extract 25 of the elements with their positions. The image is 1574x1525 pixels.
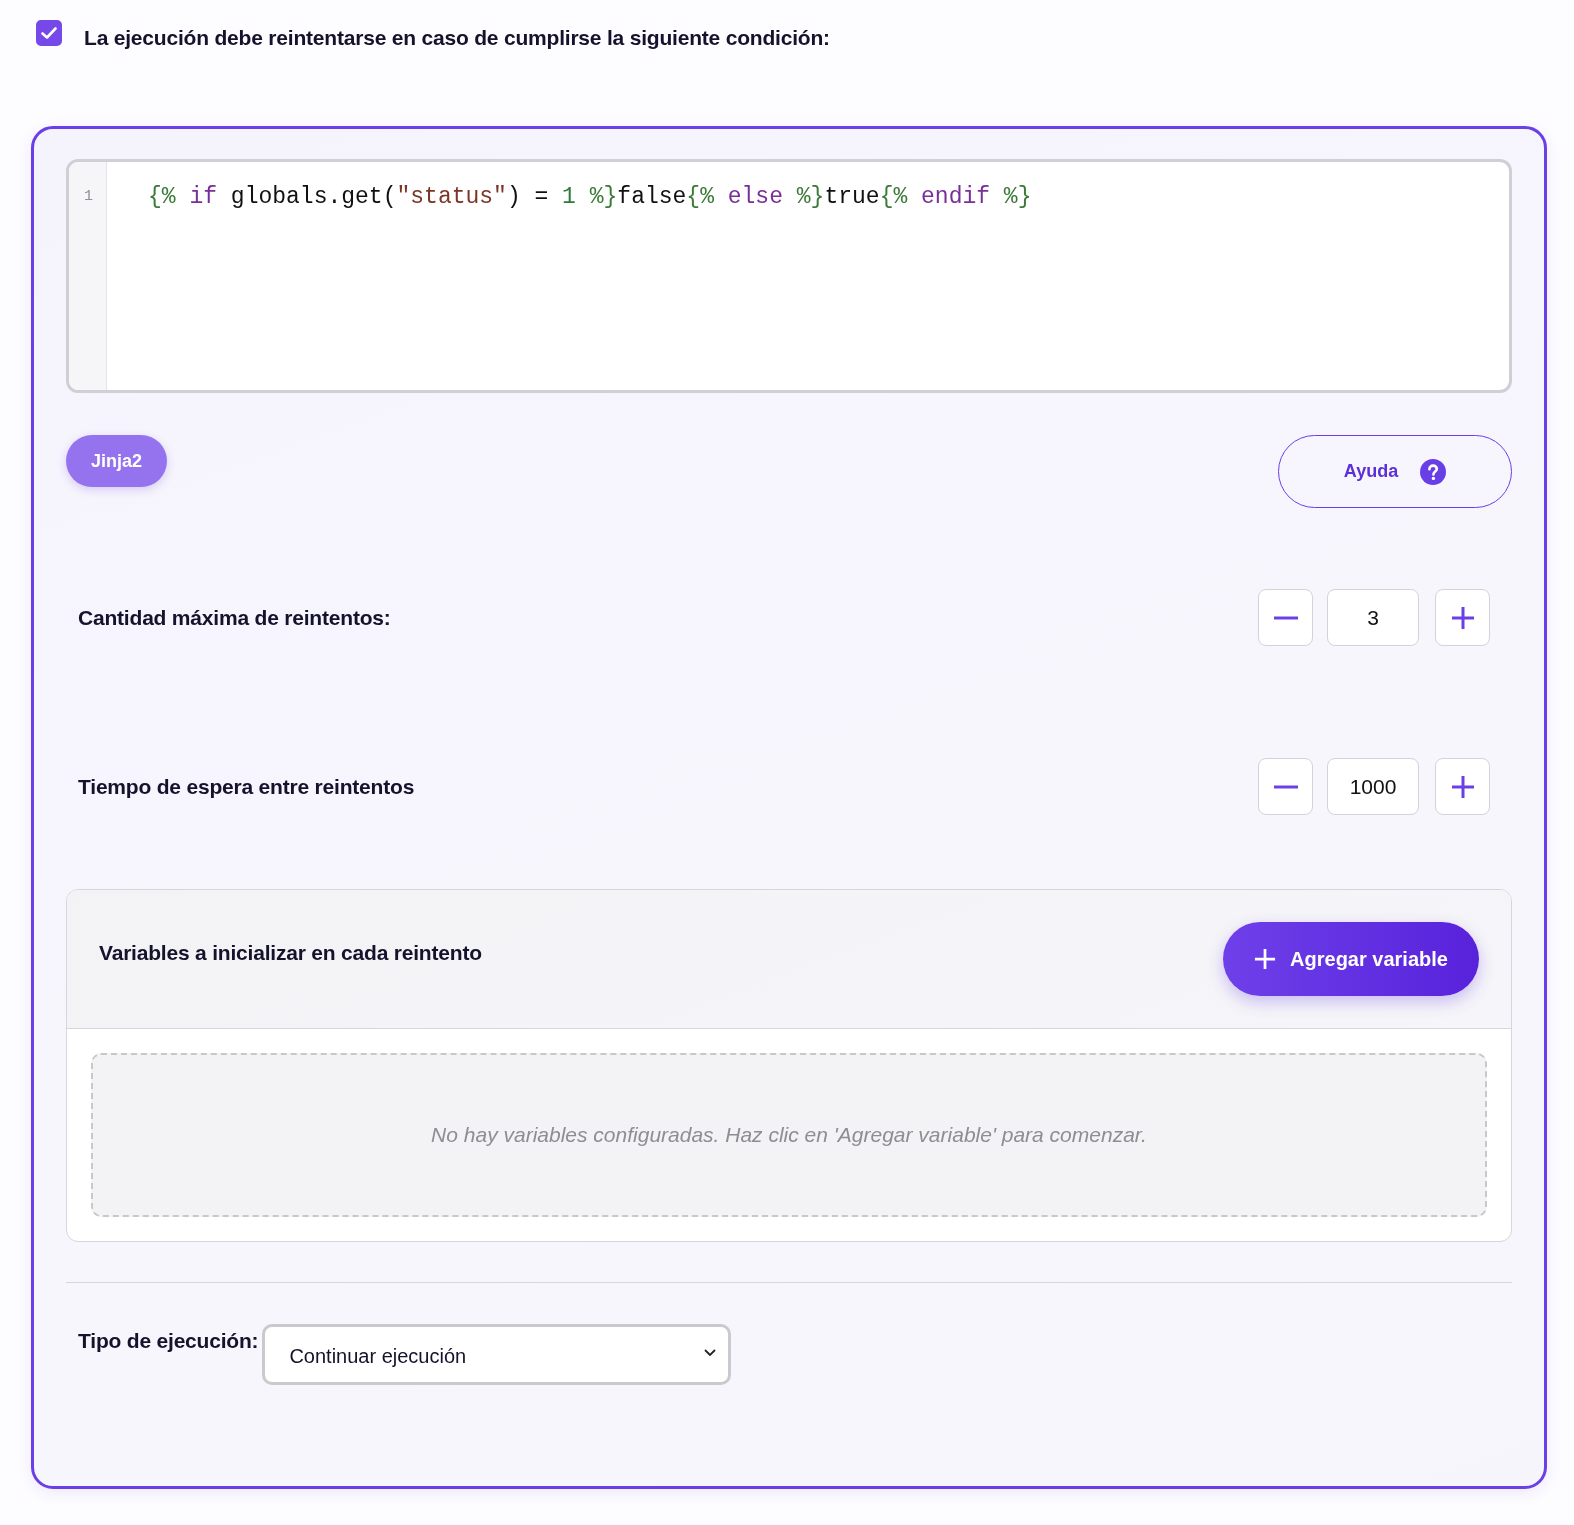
code-line: {% if globals.get("status") = 1 %}false{% else %}true{% endif %} [148, 183, 1032, 212]
line-number: 1 [83, 187, 94, 207]
code-editor[interactable]: 1 {% if globals.get("status") = 1 %}false{% else %}true{% endif %} [66, 159, 1512, 393]
increment-button[interactable] [1435, 758, 1490, 815]
minus-icon [1273, 784, 1298, 789]
number-field[interactable]: 1000 [1327, 758, 1419, 815]
plus-icon [1450, 605, 1475, 630]
field-label: Tiempo de espera entre reintentos [78, 774, 415, 799]
empty-state-message: No hay variables configuradas. Haz clic en 'Agregar variable' para comenzar. [431, 1123, 1147, 1147]
select-field[interactable]: Continuar ejecución [262, 1324, 732, 1385]
section-title: Variables a inicializar en cada reintento [99, 941, 482, 965]
add-variable-button[interactable]: Agregar variable [1223, 922, 1479, 996]
checkbox-label: La ejecución debe reintentarse en caso de cumplirse la siguiente condición: [84, 25, 830, 51]
field-label: Tipo de ejecución: [78, 1329, 259, 1353]
plus-icon [1450, 774, 1475, 799]
language-badge[interactable]: Jinja2 [66, 435, 168, 487]
checkmark-icon [41, 27, 57, 39]
help-icon [1420, 458, 1447, 485]
field-label: Cantidad máxima de reintentos: [78, 605, 391, 630]
plus-icon [1254, 948, 1277, 970]
minus-icon [1273, 615, 1298, 620]
number-field[interactable]: 3 [1327, 589, 1419, 646]
increment-button[interactable] [1435, 589, 1490, 646]
chevron-down-icon [704, 1348, 717, 1357]
checkbox[interactable] [36, 20, 62, 46]
